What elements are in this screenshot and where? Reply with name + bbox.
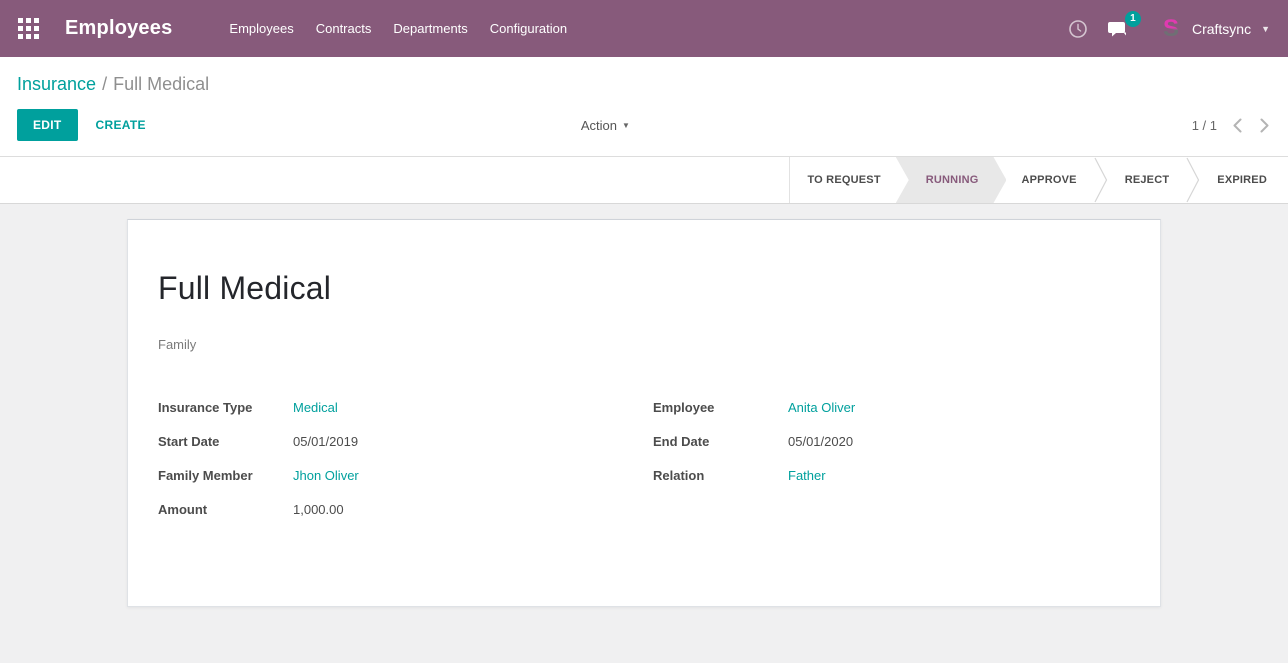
field-employee: Employee Anita Oliver [653,400,1130,420]
pager-count: 1 / 1 [1192,118,1217,133]
status-reject[interactable]: REJECT [1108,157,1187,203]
field-group-right: Employee Anita Oliver End Date 05/01/202… [653,400,1130,536]
chevron-down-icon: ▼ [1261,24,1270,34]
action-dropdown[interactable]: Action ▼ [581,118,630,133]
control-panel: Insurance / Full Medical EDIT CREATE Actio… [0,57,1288,157]
pager: 1 / 1 [1192,116,1271,135]
breadcrumb-parent-link[interactable]: Insurance [17,74,96,94]
action-dropdown-label: Action [581,118,617,133]
create-button[interactable]: CREATE [96,118,146,132]
chevron-right-icon [1260,118,1269,133]
field-value-link[interactable]: Jhon Oliver [293,468,359,483]
breadcrumb-current: Full Medical [113,74,209,94]
control-panel-buttons-row: EDIT CREATE Action ▼ 1 / 1 [0,97,1288,156]
field-family-member: Family Member Jhon Oliver [158,468,653,488]
field-label: End Date [653,434,788,449]
user-avatar: S [1158,16,1184,42]
status-running-active[interactable]: RUNNING [896,157,1007,203]
pager-previous-button[interactable] [1231,116,1244,135]
record-sheet: Full Medical Family Insurance Type Medic… [127,219,1161,607]
breadcrumb-separator: / [102,74,107,94]
field-relation: Relation Father [653,468,1130,488]
pager-next-button[interactable] [1258,116,1271,135]
message-count-badge: 1 [1125,11,1141,27]
statusbar-strip: TO REQUEST RUNNING APPROVE REJECT EXPIRE… [0,157,1288,204]
field-amount: Amount 1,000.00 [158,502,653,522]
form-view-content: Full Medical Family Insurance Type Medic… [0,204,1288,663]
field-label: Relation [653,468,788,483]
field-start-date: Start Date 05/01/2019 [158,434,653,454]
field-label: Family Member [158,468,293,483]
edit-button[interactable]: EDIT [17,109,78,141]
field-label: Insurance Type [158,400,293,415]
field-value-link[interactable]: Father [788,468,826,483]
nav-item-configuration[interactable]: Configuration [479,15,578,42]
field-value: 05/01/2020 [788,434,853,449]
activities-button[interactable] [1068,19,1088,39]
apps-menu-icon[interactable] [18,18,39,39]
breadcrumb: Insurance / Full Medical [0,57,1288,97]
nav-item-departments[interactable]: Departments [382,15,478,42]
nav-right-group: 1 S Craftsync ▼ [1068,16,1270,42]
app-name[interactable]: Employees [65,17,172,40]
clock-icon [1068,19,1088,39]
status-expired[interactable]: EXPIRED [1200,157,1284,203]
field-value: 1,000.00 [293,502,344,517]
statusbar: TO REQUEST RUNNING APPROVE REJECT EXPIRE… [789,157,1284,203]
field-label: Amount [158,502,293,517]
chevron-left-icon [1233,118,1242,133]
field-groups: Insurance Type Medical Start Date 05/01/… [158,400,1130,536]
chevron-separator-icon [1094,157,1108,203]
field-end-date: End Date 05/01/2020 [653,434,1130,454]
field-value: 05/01/2019 [293,434,358,449]
field-value-link[interactable]: Medical [293,400,338,415]
nav-item-employees[interactable]: Employees [218,15,304,42]
record-subtitle: Family [158,337,1130,352]
chevron-down-icon: ▼ [622,121,630,130]
top-navbar: Employees Employees Contracts Department… [0,0,1288,57]
field-label: Start Date [158,434,293,449]
status-to-request[interactable]: TO REQUEST [790,157,897,203]
messages-button[interactable]: 1 [1108,19,1130,39]
record-title: Full Medical [158,270,1130,307]
nav-item-contracts[interactable]: Contracts [305,15,383,42]
status-approve[interactable]: APPROVE [1004,157,1093,203]
field-group-left: Insurance Type Medical Start Date 05/01/… [158,400,653,536]
field-label: Employee [653,400,788,415]
user-menu[interactable]: S Craftsync ▼ [1158,16,1270,42]
nav-menu: Employees Contracts Departments Configur… [218,15,578,42]
user-name: Craftsync [1192,21,1251,37]
field-value-link[interactable]: Anita Oliver [788,400,855,415]
field-insurance-type: Insurance Type Medical [158,400,653,420]
chevron-separator-icon [1186,157,1200,203]
